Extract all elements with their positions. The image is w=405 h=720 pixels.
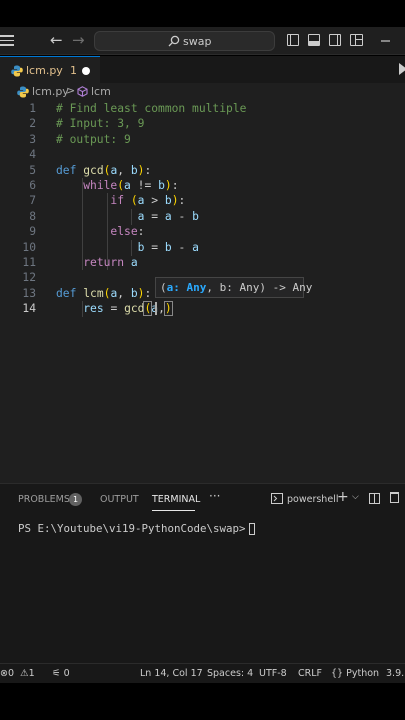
status-bar: ⊗0 ⚠1 ⚟ 0 Ln 14, Col 17 Spaces: 4 UTF-8 … [0,663,405,683]
language-status[interactable]: {} Python [331,668,379,679]
breadcrumb-symbol[interactable]: lcm [91,85,111,98]
line-number: 9 [29,225,36,239]
bottom-panel: PROBLEMS 1 OUTPUT TERMINAL ··· powershel… [0,483,405,664]
code-line-active: 14 res = gcd(a,) [0,301,405,317]
line-number: 10 [22,240,36,254]
warning-icon: ⚠ [20,668,29,679]
code-line: 4 [0,147,405,162]
line-number: 1 [29,102,36,115]
minimize-icon[interactable] [379,34,392,47]
terminal-prompt: PS E:\Youtube\vi19-PythonCode\swap> [18,522,246,535]
toggle-primary-sidebar-icon[interactable] [287,34,299,46]
line-number: 14 [22,302,36,316]
code-line: 5 def gcd(a, b): [0,163,405,178]
toggle-panel-icon[interactable] [308,34,320,46]
toggle-secondary-sidebar-icon[interactable] [329,34,341,46]
code-line: 2 # Input: 3, 9 [0,116,405,131]
active-parameter: a: Any [166,281,207,294]
line-number: 4 [29,148,36,162]
hamburger-menu-icon[interactable] [0,35,14,47]
python-file-icon [17,86,29,98]
line-number: 5 [29,163,36,177]
breadcrumb-file[interactable]: lcm.py [32,85,69,98]
command-center-search[interactable]: swap [94,31,275,51]
breadcrumb-separator: > [66,84,76,97]
code-text: # Input: 3, 9 [56,117,145,131]
line-number: 8 [29,209,36,223]
shell-name[interactable]: powershell [287,494,338,505]
code-line: 11 return a [0,255,405,270]
problems-status[interactable]: ⊗0 ⚠1 [0,668,35,679]
code-line: 3 # output: 9 [0,132,405,147]
code-line: 8 a = a - b [0,209,405,224]
tab-lcm-py[interactable]: lcm.py 1 [0,56,100,83]
problems-badge: 1 [69,493,82,506]
eol-status[interactable]: CRLF [298,668,322,679]
run-python-file-icon[interactable] [399,63,405,75]
line-number: 2 [29,117,36,131]
back-arrow-icon[interactable]: ← [50,31,63,49]
python-file-icon [11,65,23,77]
line-number: 11 [22,256,36,269]
trash-icon[interactable] [390,492,399,503]
text-cursor [155,302,157,315]
encoding-status[interactable]: UTF-8 [259,668,287,679]
code-line: 1 # Find least common multiple [0,101,405,116]
unsaved-dot-icon[interactable] [82,67,90,75]
video-letterbox-bottom [0,684,405,720]
code-line: 7 if (a > b): [0,193,405,208]
search-text: swap [183,35,212,48]
python-version[interactable]: 3.9.1 [386,668,405,679]
signature-help-popup: (a: Any, b: Any) -> Any [155,277,312,298]
radio-tower-icon: ⚟ [52,668,61,679]
line-number: 13 [22,286,36,300]
cursor-position[interactable]: Ln 14, Col 17 [140,668,203,679]
editor-tab-bar: lcm.py 1 [0,56,405,83]
indentation-status[interactable]: Spaces: 4 [207,668,253,679]
ports-status[interactable]: ⚟ 0 [52,668,70,679]
code-text: # output: 9 [56,132,131,146]
forward-arrow-icon[interactable]: → [72,31,85,49]
breadcrumb: lcm.py > lcm [0,83,405,101]
title-bar: ← → swap [0,27,405,55]
video-letterbox-top [0,0,405,27]
more-actions-icon[interactable]: ··· [209,489,220,503]
customize-layout-icon[interactable] [350,34,363,46]
search-icon [168,35,180,47]
code-text: # Find least common multiple [56,102,247,115]
tab-problem-count: 1 [70,64,77,77]
line-number: 3 [29,132,36,146]
terminal-output[interactable]: PS E:\Youtube\vi19-PythonCode\swap> [18,522,255,535]
code-line: 9 else: [0,224,405,239]
line-number: 6 [29,179,36,192]
code-line: 10 b = b - a [0,240,405,255]
chevron-down-icon[interactable]: ⌵ [352,492,359,502]
code-line: 6 while(a != b): [0,178,405,193]
split-terminal-icon[interactable] [369,493,380,504]
braces-icon: {} [331,668,344,679]
error-icon: ⊗ [0,668,8,679]
tab-problems[interactable]: PROBLEMS [18,494,70,505]
line-number: 7 [29,194,36,208]
tab-label: lcm.py [26,64,63,77]
function-symbol-icon [77,86,88,97]
terminal-icon [271,493,283,504]
tab-terminal[interactable]: TERMINAL [152,494,200,505]
new-terminal-icon[interactable]: + [337,489,349,505]
active-tab-indicator [152,510,195,511]
line-number: 12 [22,271,36,285]
terminal-cursor [248,523,255,535]
tab-output[interactable]: OUTPUT [100,494,139,505]
